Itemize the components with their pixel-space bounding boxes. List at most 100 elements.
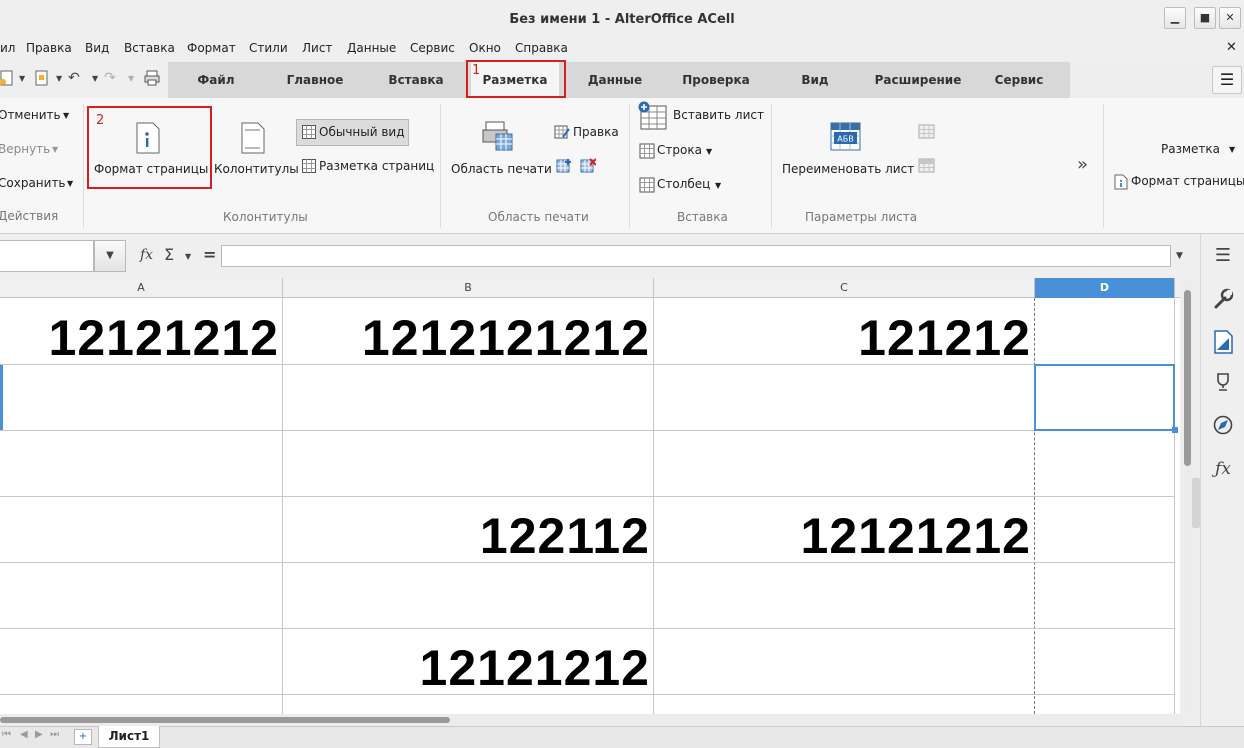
hide-sheet-icon[interactable] <box>918 158 936 177</box>
cell-a1[interactable]: 12121212 <box>0 298 279 364</box>
menu-view[interactable]: Вид <box>85 41 109 55</box>
layout-dropdown[interactable]: Разметка <box>1161 142 1220 156</box>
page-format-small-button[interactable]: Формат страницы <box>1131 174 1244 188</box>
function-wizard-button[interactable]: fx <box>140 247 153 263</box>
add-sheet-button[interactable]: + <box>74 729 92 745</box>
insert-sheet-button[interactable]: Вставить лист <box>673 108 764 122</box>
column-header-b[interactable]: B <box>283 278 654 298</box>
row-dropdown-icon[interactable]: ▼ <box>706 147 712 156</box>
more-commands-button[interactable]: » <box>1077 154 1088 175</box>
page-properties-icon[interactable] <box>1210 330 1236 356</box>
menu-insert[interactable]: Вставка <box>124 41 175 55</box>
row-button[interactable]: Строка <box>657 143 702 157</box>
page-layout-button[interactable]: Разметка страниц <box>319 159 434 173</box>
tab-insert[interactable]: Вставка <box>376 62 456 98</box>
column-button[interactable]: Столбец <box>657 177 710 191</box>
name-box[interactable] <box>0 240 94 272</box>
cell-b6[interactable]: 12121212 <box>283 628 650 694</box>
tab-extension[interactable]: Расширение <box>866 62 970 98</box>
menu-window[interactable]: Окно <box>469 41 501 55</box>
headers-footers-icon[interactable] <box>240 122 266 157</box>
tab-view[interactable]: Вид <box>784 62 846 98</box>
print-area-button[interactable]: Область печати <box>451 162 552 176</box>
new-dropdown-icon[interactable]: ▼ <box>19 74 25 83</box>
template-dropdown-icon[interactable]: ▼ <box>56 74 62 83</box>
close-window-button[interactable]: ✕ <box>1219 7 1241 29</box>
navigator-icon[interactable] <box>1210 414 1236 440</box>
page-format-icon[interactable] <box>135 122 161 157</box>
clear-print-range-icon[interactable] <box>580 158 597 177</box>
vertical-scrollbar-thumb[interactable] <box>1184 290 1191 466</box>
expand-formula-icon[interactable]: ▼ <box>1176 251 1183 261</box>
save-dropdown-arrow-icon[interactable]: ▼ <box>67 179 73 188</box>
menu-file[interactable]: ил <box>0 41 15 55</box>
menu-data[interactable]: Данные <box>347 41 396 55</box>
menu-format[interactable]: Формат <box>187 41 236 55</box>
redo-button[interactable]: Вернуть <box>0 142 50 156</box>
redo-dropdown-icon[interactable]: ▼ <box>128 74 134 83</box>
cell-c1[interactable]: 121212 <box>654 298 1031 364</box>
trophy-icon[interactable] <box>1210 372 1236 398</box>
minimize-button[interactable]: ▁ <box>1164 7 1186 29</box>
fill-handle[interactable] <box>1172 427 1178 433</box>
sum-button[interactable]: Σ <box>164 245 174 264</box>
tab-data[interactable]: Данные <box>578 62 652 98</box>
headers-footers-button[interactable]: Колонтитулы <box>214 162 299 176</box>
cell-c4[interactable]: 12121212 <box>654 496 1031 562</box>
print-icon[interactable] <box>144 70 160 90</box>
name-box-dropdown-icon[interactable]: ▼ <box>94 240 126 272</box>
tab-tools[interactable]: Сервис <box>984 62 1054 98</box>
column-dropdown-icon[interactable]: ▼ <box>715 181 721 190</box>
tab-home[interactable]: Главное <box>274 62 356 98</box>
sidebar-menu-icon[interactable]: ☰ <box>1210 243 1236 269</box>
functions-icon[interactable]: ƒx <box>1210 456 1236 482</box>
column-header-c[interactable]: C <box>654 278 1035 298</box>
print-area-icon[interactable] <box>482 120 514 155</box>
undo-button[interactable]: Отменить <box>0 108 61 122</box>
close-document-button[interactable]: ✕ <box>1226 40 1237 55</box>
open-template-icon[interactable] <box>34 70 50 90</box>
cell-b1[interactable]: 1212121212 <box>283 298 650 364</box>
tab-file[interactable]: Файл <box>178 62 254 98</box>
maximize-button[interactable]: ■ <box>1194 7 1216 29</box>
last-sheet-icon[interactable]: ⏭ <box>50 729 59 740</box>
page-format-button[interactable]: Формат страницы <box>94 162 208 176</box>
undo-dropdown-arrow-icon[interactable]: ▼ <box>63 111 69 120</box>
save-button[interactable]: Сохранить <box>0 176 66 190</box>
redo-icon[interactable]: ↷ <box>104 70 116 86</box>
sheet-tab-1[interactable]: Лист1 <box>98 726 160 748</box>
formula-input[interactable] <box>221 245 1171 267</box>
menu-styles[interactable]: Стили <box>249 41 288 55</box>
add-print-range-icon[interactable] <box>556 158 572 177</box>
undo-icon[interactable]: ↶ <box>68 70 80 86</box>
layout-dropdown-icon[interactable]: ▼ <box>1229 145 1235 154</box>
hamburger-menu-button[interactable]: ☰ <box>1212 66 1242 94</box>
prev-sheet-icon[interactable]: ◀ <box>20 729 28 740</box>
sidebar-collapse-handle[interactable] <box>1192 478 1200 528</box>
new-document-icon[interactable] <box>0 70 14 90</box>
insert-sheet-icon[interactable] <box>638 101 668 134</box>
undo-dropdown-icon[interactable]: ▼ <box>92 74 98 83</box>
menu-sheet[interactable]: Лист <box>302 41 332 55</box>
page-layout-icon[interactable] <box>302 159 316 176</box>
rename-sheet-button[interactable]: Переименовать лист <box>782 162 914 176</box>
edit-print-range-button[interactable]: Правка <box>573 125 619 139</box>
formula-button[interactable]: = <box>203 245 216 264</box>
next-sheet-icon[interactable]: ▶ <box>35 729 43 740</box>
selected-cell-d2[interactable] <box>1034 364 1175 431</box>
horizontal-scrollbar-thumb[interactable] <box>0 717 450 723</box>
ribbon-separator <box>83 104 84 228</box>
menu-edit[interactable]: Правка <box>26 41 72 55</box>
tab-review[interactable]: Проверка <box>672 62 760 98</box>
redo-dropdown-arrow-icon[interactable]: ▼ <box>52 145 58 154</box>
menu-help[interactable]: Справка <box>515 41 568 55</box>
column-header-d[interactable]: D <box>1035 278 1175 298</box>
first-sheet-icon[interactable]: ⏮ <box>2 729 11 740</box>
sum-dropdown-icon[interactable]: ▼ <box>185 252 191 261</box>
show-sheet-icon[interactable] <box>918 124 936 143</box>
rename-sheet-icon[interactable]: АБВ <box>830 122 862 155</box>
cell-b4[interactable]: 122112 <box>283 496 650 562</box>
menu-tools[interactable]: Сервис <box>410 41 455 55</box>
wrench-icon[interactable] <box>1210 288 1236 314</box>
column-header-a[interactable]: A <box>0 278 283 298</box>
